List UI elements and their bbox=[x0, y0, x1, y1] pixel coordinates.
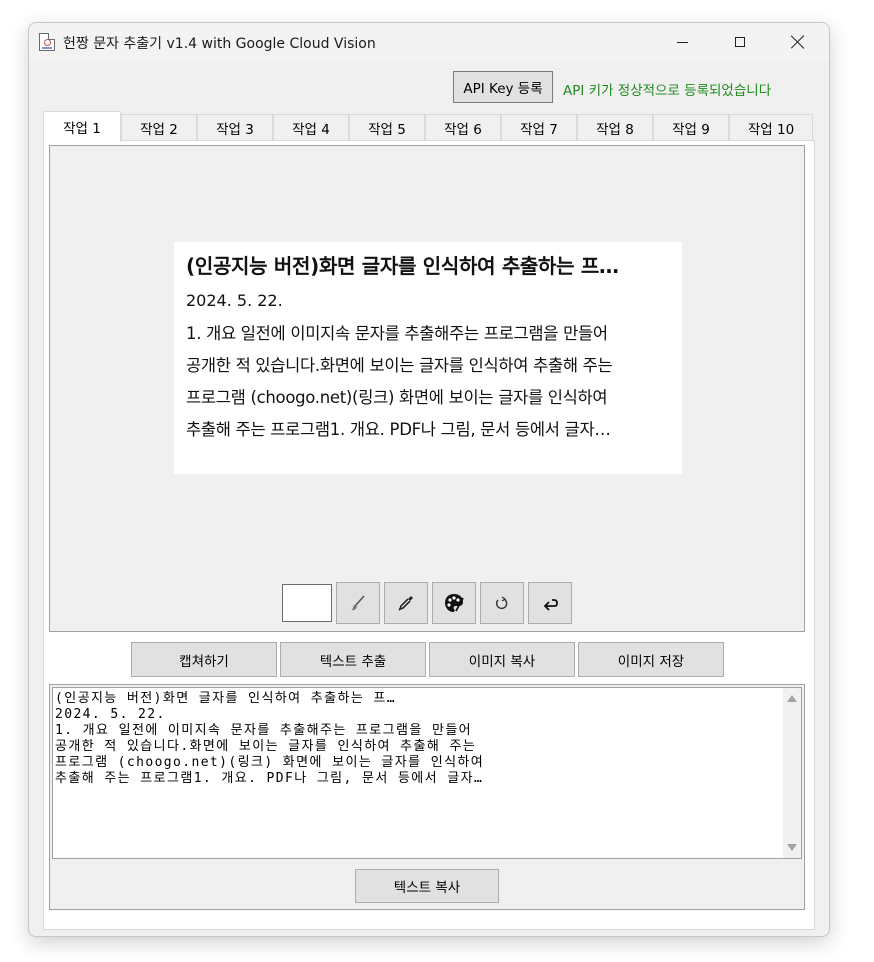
extract-text-button[interactable]: 텍스트 추출 bbox=[280, 642, 426, 677]
tab-task-7[interactable]: 작업 7 bbox=[501, 114, 577, 141]
maximize-icon bbox=[735, 37, 745, 47]
tab-task-1[interactable]: 작업 1 bbox=[43, 111, 121, 142]
captured-line: 추출해 주는 프로그램1. 개요. PDF나 그림, 문서 등에서 글자… bbox=[186, 420, 611, 439]
vertical-scrollbar[interactable] bbox=[783, 688, 801, 858]
image-canvas[interactable]: (인공지능 버전)화면 글자를 인식하여 추출하는 프… 2024. 5. 22… bbox=[49, 145, 805, 632]
close-button[interactable] bbox=[769, 23, 827, 61]
extracted-text[interactable]: (인공지능 버전)화면 글자를 인식하여 추출하는 프… 2024. 5. 22… bbox=[55, 691, 781, 787]
tab-task-5[interactable]: 작업 5 bbox=[349, 114, 425, 141]
minimize-button[interactable] bbox=[653, 23, 711, 61]
app-window: 헌짱 문자 추출기 v1.4 with Google Cloud Vision … bbox=[28, 22, 830, 937]
scroll-down-arrow-icon[interactable] bbox=[787, 844, 797, 851]
window-title: 헌짱 문자 추출기 v1.4 with Google Cloud Vision bbox=[63, 36, 376, 52]
undo-icon bbox=[543, 599, 558, 611]
tab-task-4[interactable]: 작업 4 bbox=[273, 114, 349, 141]
copy-image-button[interactable]: 이미지 복사 bbox=[429, 642, 575, 677]
tab-task-9[interactable]: 작업 9 bbox=[653, 114, 729, 141]
tab-task-10[interactable]: 작업 10 bbox=[729, 114, 813, 141]
rotate-icon bbox=[495, 596, 508, 610]
color-swatch[interactable] bbox=[282, 584, 332, 622]
palette-icon bbox=[445, 594, 464, 612]
title-bar[interactable]: 헌짱 문자 추출기 v1.4 with Google Cloud Vision bbox=[29, 23, 829, 61]
undo-button[interactable] bbox=[528, 582, 572, 624]
captured-line: 프로그램 (choogo.net)(링크) 화면에 보이는 글자를 인식하여 bbox=[186, 388, 608, 407]
tab-task-2[interactable]: 작업 2 bbox=[121, 114, 197, 141]
save-image-button[interactable]: 이미지 저장 bbox=[578, 642, 724, 677]
brush-icon bbox=[351, 595, 365, 611]
eyedropper-button[interactable] bbox=[384, 582, 428, 624]
captured-line: 공개한 적 있습니다.화면에 보이는 글자를 인식하여 추출해 주는 bbox=[186, 356, 613, 375]
copy-text-button[interactable]: 텍스트 복사 bbox=[355, 869, 499, 903]
tab-task-3[interactable]: 작업 3 bbox=[197, 114, 273, 141]
tab-task-6[interactable]: 작업 6 bbox=[425, 114, 501, 141]
brush-button[interactable] bbox=[336, 582, 380, 624]
rotate-button[interactable] bbox=[480, 582, 524, 624]
captured-image: (인공지능 버전)화면 글자를 인식하여 추출하는 프… 2024. 5. 22… bbox=[174, 242, 682, 474]
palette-button[interactable] bbox=[432, 582, 476, 624]
extracted-text-area[interactable]: (인공지능 버전)화면 글자를 인식하여 추출하는 프… 2024. 5. 22… bbox=[52, 687, 802, 859]
tab-task-8[interactable]: 작업 8 bbox=[577, 114, 653, 141]
captured-title: (인공지능 버전)화면 글자를 인식하여 추출하는 프… bbox=[186, 254, 619, 278]
captured-body: 1. 개요 일전에 이미지속 문자를 추출해주는 프로그램을 만들어 공개한 적… bbox=[186, 318, 682, 446]
scroll-up-arrow-icon[interactable] bbox=[787, 695, 797, 702]
app-document-icon bbox=[39, 33, 55, 51]
minimize-icon bbox=[676, 41, 688, 43]
api-status-text: API 키가 정상적으로 등록되었습니다 bbox=[563, 83, 772, 99]
capture-button[interactable]: 캡쳐하기 bbox=[131, 642, 277, 677]
api-key-register-button[interactable]: API Key 등록 bbox=[453, 71, 553, 103]
eyedropper-icon bbox=[398, 596, 413, 611]
maximize-button[interactable] bbox=[711, 23, 769, 61]
captured-line: 1. 개요 일전에 이미지속 문자를 추출해주는 프로그램을 만들어 bbox=[186, 324, 608, 343]
captured-date: 2024. 5. 22. bbox=[186, 291, 283, 310]
close-icon bbox=[791, 35, 805, 49]
